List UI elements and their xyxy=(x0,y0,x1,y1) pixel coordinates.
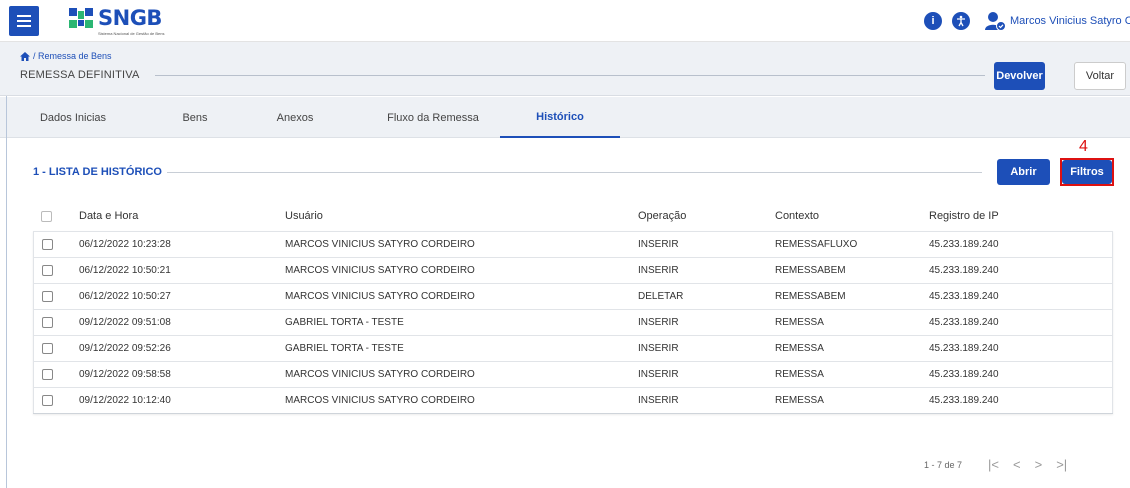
col-header-usuario[interactable]: Usuário xyxy=(285,210,323,222)
cell-usuario: MARCOS VINICIUS SATYRO CORDEIRO xyxy=(285,369,475,380)
cell-operacao: INSERIR xyxy=(638,343,679,354)
tab-historico[interactable]: Histórico xyxy=(500,97,620,138)
cell-registro-ip: 45.233.189.240 xyxy=(929,291,999,302)
cell-operacao: INSERIR xyxy=(638,369,679,380)
cell-usuario: GABRIEL TORTA - TESTE xyxy=(285,343,404,354)
cell-contexto: REMESSAFLUXO xyxy=(775,239,858,250)
cell-registro-ip: 45.233.189.240 xyxy=(929,239,999,250)
last-page-icon[interactable]: >| xyxy=(1056,457,1067,472)
row-checkbox[interactable] xyxy=(42,265,53,276)
table-row[interactable]: 06/12/2022 10:50:21 MARCOS VINICIUS SATY… xyxy=(33,257,1113,283)
cell-operacao: INSERIR xyxy=(638,239,679,250)
cell-usuario: MARCOS VINICIUS SATYRO CORDEIRO xyxy=(285,239,475,250)
row-checkbox[interactable] xyxy=(42,239,53,250)
cell-data-hora: 09/12/2022 09:58:58 xyxy=(79,369,171,380)
tab-anexos[interactable]: Anexos xyxy=(265,97,325,138)
cell-contexto: REMESSABEM xyxy=(775,265,846,276)
annotation-highlight-box xyxy=(1060,158,1114,186)
username-label[interactable]: Marcos Vinicius Satyro C... xyxy=(1010,15,1130,27)
cell-operacao: INSERIR xyxy=(638,395,679,406)
breadcrumb-text[interactable]: / Remessa de Bens xyxy=(33,51,112,61)
page-title: REMESSA DEFINITIVA xyxy=(20,69,140,81)
tab-dados-iniciais[interactable]: Dados Inicias xyxy=(33,97,113,138)
cell-registro-ip: 45.233.189.240 xyxy=(929,265,999,276)
history-table: Data e Hora Usuário Operação Contexto Re… xyxy=(33,204,1113,414)
cell-usuario: GABRIEL TORTA - TESTE xyxy=(285,317,404,328)
cell-contexto: REMESSABEM xyxy=(775,291,846,302)
cell-data-hora: 06/12/2022 10:50:21 xyxy=(79,265,171,276)
select-all-checkbox[interactable] xyxy=(41,210,52,222)
logo-text: SNGB xyxy=(98,6,162,30)
voltar-button[interactable]: Voltar xyxy=(1074,62,1126,90)
cell-data-hora: 09/12/2022 10:12:40 xyxy=(79,395,171,406)
cell-operacao: DELETAR xyxy=(638,291,684,302)
pagination-summary: 1 - 7 de 7 xyxy=(924,459,963,470)
abrir-button[interactable]: Abrir xyxy=(997,159,1050,185)
table-row[interactable]: 09/12/2022 09:58:58 MARCOS VINICIUS SATY… xyxy=(33,361,1113,387)
cell-data-hora: 09/12/2022 09:51:08 xyxy=(79,317,171,328)
content-left-border xyxy=(6,96,7,488)
col-header-contexto[interactable]: Contexto xyxy=(775,210,819,222)
table-row[interactable]: 06/12/2022 10:50:27 MARCOS VINICIUS SATY… xyxy=(33,283,1113,309)
cell-registro-ip: 45.233.189.240 xyxy=(929,395,999,406)
cell-registro-ip: 45.233.189.240 xyxy=(929,343,999,354)
col-header-registro-ip[interactable]: Registro de IP xyxy=(929,210,999,222)
user-icon[interactable] xyxy=(984,10,1006,32)
cell-data-hora: 06/12/2022 10:50:27 xyxy=(79,291,171,302)
row-checkbox[interactable] xyxy=(42,369,53,380)
prev-page-icon[interactable]: < xyxy=(1013,457,1021,472)
cell-contexto: REMESSA xyxy=(775,369,824,380)
cell-registro-ip: 45.233.189.240 xyxy=(929,369,999,380)
tab-bar: Dados Inicias Bens Anexos Fluxo da Remes… xyxy=(0,97,1130,138)
header-actions: i Marcos Vinicius Satyro C... xyxy=(924,0,1130,42)
cell-usuario: MARCOS VINICIUS SATYRO CORDEIRO xyxy=(285,265,475,276)
row-checkbox[interactable] xyxy=(42,395,53,406)
next-page-icon[interactable]: > xyxy=(1035,457,1043,472)
home-icon[interactable] xyxy=(20,51,30,61)
col-header-data-hora[interactable]: Data e Hora xyxy=(79,210,138,222)
table-header: Data e Hora Usuário Operação Contexto Re… xyxy=(33,204,1113,228)
annotation-number: 4 xyxy=(1079,138,1088,155)
table-row[interactable]: 09/12/2022 09:51:08 GABRIEL TORTA - TEST… xyxy=(33,309,1113,335)
cell-contexto: REMESSA xyxy=(775,343,824,354)
info-icon[interactable]: i xyxy=(924,12,942,30)
cell-operacao: INSERIR xyxy=(638,317,679,328)
accessibility-icon[interactable] xyxy=(952,12,970,30)
breadcrumb: / Remessa de Bens xyxy=(20,51,112,61)
row-checkbox[interactable] xyxy=(42,343,53,354)
top-header: SNGB Sistema Nacional de Gestão de Bens … xyxy=(0,0,1130,42)
tab-fluxo-da-remessa[interactable]: Fluxo da Remessa xyxy=(378,97,488,138)
row-checkbox[interactable] xyxy=(42,291,53,302)
table-row[interactable]: 09/12/2022 10:12:40 MARCOS VINICIUS SATY… xyxy=(33,387,1113,413)
table-row[interactable]: 09/12/2022 09:52:26 GABRIEL TORTA - TEST… xyxy=(33,335,1113,361)
cell-contexto: REMESSA xyxy=(775,395,824,406)
sngb-logo-icon xyxy=(69,8,93,28)
col-header-operacao[interactable]: Operação xyxy=(638,210,686,222)
cell-usuario: MARCOS VINICIUS SATYRO CORDEIRO xyxy=(285,291,475,302)
section-title: 1 - LISTA DE HISTÓRICO xyxy=(33,166,162,178)
first-page-icon[interactable]: |< xyxy=(988,457,999,472)
cell-data-hora: 06/12/2022 10:23:28 xyxy=(79,239,171,250)
cell-operacao: INSERIR xyxy=(638,265,679,276)
table-body: 06/12/2022 10:23:28 MARCOS VINICIUS SATY… xyxy=(33,231,1113,414)
accessibility-figure-icon xyxy=(957,15,965,27)
table-row[interactable]: 06/12/2022 10:23:28 MARCOS VINICIUS SATY… xyxy=(33,231,1113,257)
section-divider xyxy=(167,172,982,173)
app-logo[interactable]: SNGB Sistema Nacional de Gestão de Bens xyxy=(68,6,165,36)
tab-bens[interactable]: Bens xyxy=(170,97,220,138)
hamburger-menu-icon[interactable] xyxy=(9,6,39,36)
logo-subtitle: Sistema Nacional de Gestão de Bens xyxy=(98,31,165,36)
pagination: 1 - 7 de 7 |< < > >| xyxy=(924,457,1067,472)
title-divider xyxy=(155,75,985,76)
page-subheader: / Remessa de Bens REMESSA DEFINITIVA Dev… xyxy=(0,42,1130,96)
cell-usuario: MARCOS VINICIUS SATYRO CORDEIRO xyxy=(285,395,475,406)
devolver-button[interactable]: Devolver xyxy=(994,62,1045,90)
cell-data-hora: 09/12/2022 09:52:26 xyxy=(79,343,171,354)
cell-contexto: REMESSA xyxy=(775,317,824,328)
row-checkbox[interactable] xyxy=(42,317,53,328)
cell-registro-ip: 45.233.189.240 xyxy=(929,317,999,328)
